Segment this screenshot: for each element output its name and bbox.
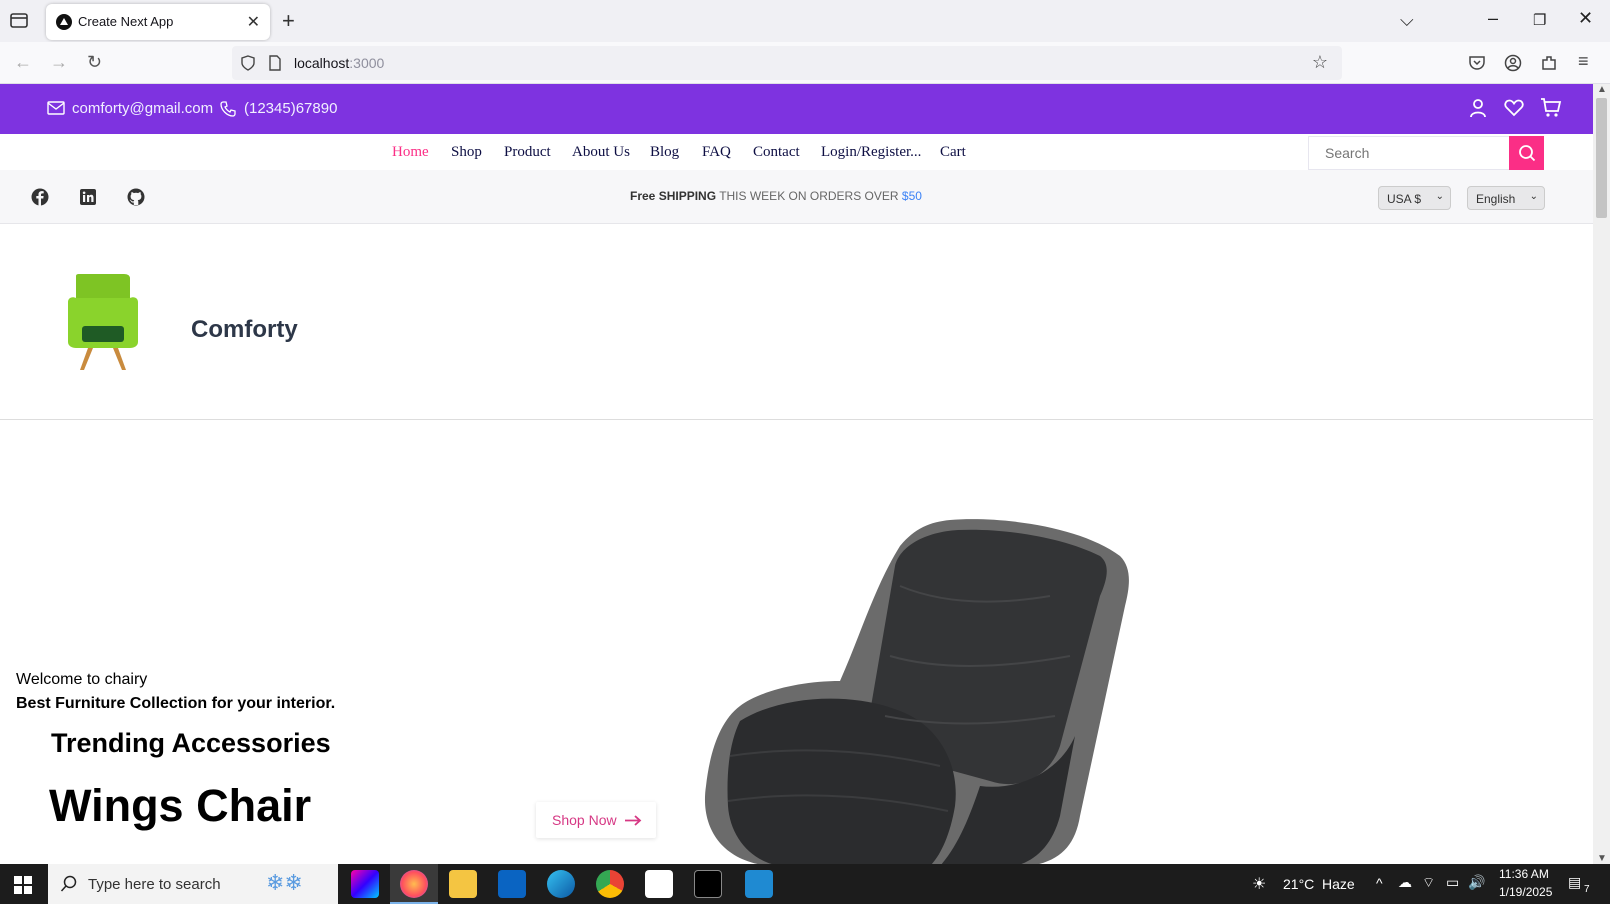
weather-icon[interactable]: ☀ bbox=[1252, 874, 1266, 894]
browser-toolbar: ← → ↻ localhost:3000 ☆ ≡ bbox=[0, 42, 1610, 84]
scroll-thumb[interactable] bbox=[1596, 98, 1607, 218]
forward-icon[interactable]: → bbox=[50, 52, 68, 73]
contact-email[interactable]: comforty@gmail.com bbox=[72, 100, 213, 117]
onedrive-icon[interactable]: ☁ bbox=[1398, 874, 1412, 891]
windows-taskbar: Type here to search ❄❄ ☀ 21°C Haze ^ ☁ ⌔… bbox=[0, 864, 1610, 904]
wings-chair-image bbox=[705, 519, 1129, 864]
outlook-icon[interactable] bbox=[498, 870, 526, 898]
weather-temp[interactable]: 21°C bbox=[1283, 876, 1314, 892]
chevron-down-icon: ⌄ bbox=[1529, 191, 1538, 202]
search-icon bbox=[1519, 145, 1536, 162]
cart-icon[interactable] bbox=[1540, 98, 1562, 118]
search-icon bbox=[60, 875, 77, 892]
list-all-tabs-icon[interactable]: ⌵ bbox=[1400, 10, 1414, 31]
nextjs-favicon-icon bbox=[56, 14, 72, 30]
page-scrollbar[interactable]: ▲ ▼ bbox=[1593, 84, 1610, 864]
heart-icon[interactable] bbox=[1504, 99, 1524, 117]
nav-link-home[interactable]: Home bbox=[392, 144, 429, 161]
browser-tab-bar: Create Next App ✕ + ⌵ – ❐ ✕ bbox=[0, 0, 1610, 42]
hero-trending-heading: Trending Accessories bbox=[51, 728, 331, 758]
currency-select[interactable]: USA $ ⌄ bbox=[1378, 186, 1451, 210]
url-text[interactable]: localhost:3000 bbox=[294, 55, 384, 71]
minimize-icon[interactable]: – bbox=[1488, 8, 1498, 29]
url-bar[interactable]: localhost:3000 ☆ bbox=[232, 46, 1342, 80]
nav-link-cart[interactable]: Cart bbox=[940, 144, 966, 161]
language-select[interactable]: English ⌄ bbox=[1467, 186, 1545, 210]
nav-link-contact[interactable]: Contact bbox=[753, 144, 800, 161]
nav-link-faq[interactable]: FAQ bbox=[702, 144, 731, 161]
brand-row: Comforty bbox=[0, 224, 1593, 420]
facebook-icon[interactable] bbox=[31, 188, 49, 206]
search-button[interactable] bbox=[1509, 136, 1544, 170]
user-icon[interactable] bbox=[1468, 98, 1488, 118]
extensions-icon[interactable] bbox=[1540, 54, 1558, 72]
microsoft-store-icon[interactable] bbox=[645, 870, 673, 898]
hero-welcome-text: Welcome to chairy bbox=[16, 671, 148, 688]
page-viewport: comforty@gmail.com (12345)67890 Home Sho… bbox=[0, 84, 1593, 864]
search-input[interactable] bbox=[1309, 137, 1509, 169]
linkedin-icon[interactable] bbox=[79, 188, 97, 206]
pocket-icon[interactable] bbox=[1468, 54, 1486, 72]
firefox-icon bbox=[400, 870, 428, 898]
tab-list-icon[interactable] bbox=[8, 11, 32, 31]
new-tab-icon[interactable]: + bbox=[282, 8, 295, 34]
clock-date[interactable]: 1/19/2025 bbox=[1499, 885, 1552, 899]
hero-section: Welcome to chairy Best Furniture Collect… bbox=[0, 420, 1593, 864]
clock-time[interactable]: 11:36 AM bbox=[1499, 867, 1549, 881]
back-icon[interactable]: ← bbox=[14, 52, 32, 73]
bookmark-star-icon[interactable]: ☆ bbox=[1312, 52, 1328, 73]
close-window-icon[interactable]: ✕ bbox=[1578, 8, 1593, 29]
contact-topbar: comforty@gmail.com (12345)67890 bbox=[0, 84, 1593, 134]
browser-tab-active[interactable]: Create Next App ✕ bbox=[46, 4, 270, 40]
phone-icon bbox=[220, 101, 236, 117]
battery-icon[interactable]: ▭ bbox=[1446, 874, 1459, 891]
scroll-up-icon[interactable]: ▲ bbox=[1597, 84, 1607, 95]
restore-icon[interactable]: ❐ bbox=[1533, 11, 1546, 29]
edge-icon[interactable] bbox=[547, 870, 575, 898]
taskbar-search-placeholder: Type here to search bbox=[88, 876, 221, 893]
vscode-icon[interactable] bbox=[745, 870, 773, 898]
chrome-icon[interactable] bbox=[596, 870, 624, 898]
github-icon[interactable] bbox=[127, 188, 145, 206]
windows-start-icon[interactable] bbox=[14, 876, 32, 894]
contact-phone[interactable]: (12345)67890 bbox=[244, 100, 337, 117]
copilot-icon[interactable] bbox=[351, 870, 379, 898]
shield-icon[interactable] bbox=[240, 55, 256, 71]
tab-close-icon[interactable]: ✕ bbox=[247, 12, 260, 32]
search-box bbox=[1308, 136, 1510, 170]
nav-link-blog[interactable]: Blog bbox=[650, 144, 679, 161]
shop-now-button[interactable]: Shop Now bbox=[536, 802, 656, 838]
arrow-right-icon bbox=[625, 815, 642, 826]
hero-title: Wings Chair bbox=[49, 780, 312, 831]
nav-link-product[interactable]: Product bbox=[504, 144, 551, 161]
menu-icon[interactable]: ≡ bbox=[1578, 51, 1589, 72]
shop-now-label: Shop Now bbox=[552, 812, 617, 828]
nav-link-login-register[interactable]: Login/Register... bbox=[821, 144, 921, 161]
taskbar-firefox-active[interactable] bbox=[390, 864, 438, 904]
notification-icon[interactable]: ▤ bbox=[1568, 874, 1581, 891]
file-explorer-icon[interactable] bbox=[449, 870, 477, 898]
snowflake-icon: ❄❄ bbox=[266, 870, 303, 895]
nav-link-about-us[interactable]: About Us bbox=[572, 144, 630, 161]
taskbar-search[interactable]: Type here to search ❄❄ bbox=[48, 864, 338, 904]
hero-subtitle: Best Furniture Collection for your inter… bbox=[16, 695, 336, 712]
promo-text: Free SHIPPING THIS WEEK ON ORDERS OVER $… bbox=[630, 189, 922, 203]
tab-title: Create Next App bbox=[78, 14, 174, 29]
brand-name[interactable]: Comforty bbox=[191, 316, 298, 344]
nav-link-shop[interactable]: Shop bbox=[451, 144, 482, 161]
terminal-icon[interactable] bbox=[694, 870, 722, 898]
account-icon[interactable] bbox=[1504, 54, 1522, 72]
promo-subbar: Free SHIPPING THIS WEEK ON ORDERS OVER $… bbox=[0, 170, 1593, 224]
reload-icon[interactable]: ↻ bbox=[87, 52, 102, 73]
chevron-down-icon: ⌄ bbox=[1435, 191, 1444, 202]
mail-icon bbox=[47, 101, 65, 115]
comforty-logo-chair-icon[interactable] bbox=[66, 274, 140, 370]
page-icon bbox=[269, 55, 281, 71]
network-icon[interactable]: ⌔ bbox=[1422, 874, 1435, 892]
weather-desc[interactable]: Haze bbox=[1322, 876, 1355, 892]
notification-count: 7 bbox=[1584, 884, 1590, 895]
volume-icon[interactable]: 🔊 bbox=[1468, 874, 1485, 891]
scroll-down-icon[interactable]: ▼ bbox=[1597, 853, 1607, 864]
chevron-up-icon[interactable]: ^ bbox=[1376, 875, 1383, 891]
